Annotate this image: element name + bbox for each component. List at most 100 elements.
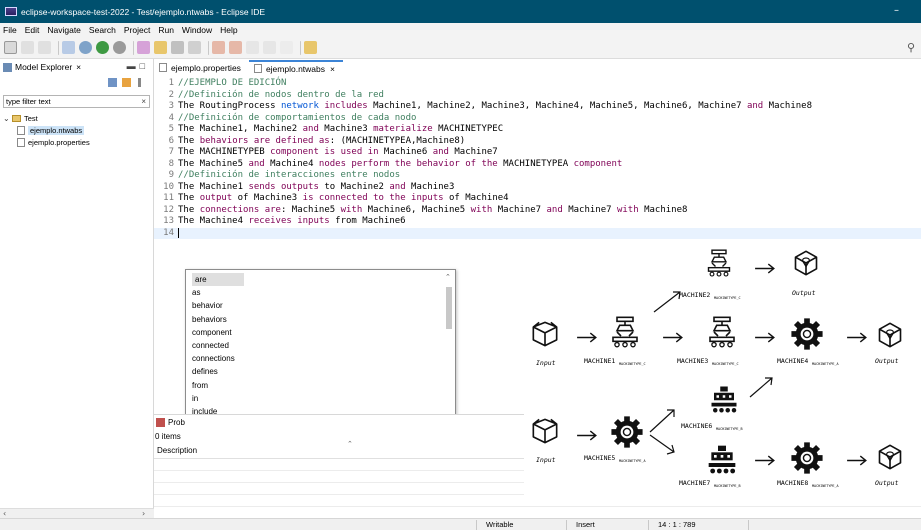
code-line[interactable]: 5 The Machine1, Machine2 and Machine3 mat… (154, 124, 921, 136)
code-token: MACHINETYPEA (497, 158, 574, 169)
model-explorer-tab[interactable]: Model Explorer × ▬□ (0, 59, 153, 75)
output-label: Output (792, 289, 816, 297)
code-line[interactable]: 8 The Machine5 and Machine4 nodes perform… (154, 159, 921, 171)
tab-ejemplo-ntwabs[interactable]: ejemplo.ntwabs × (248, 60, 343, 75)
autocomplete-item[interactable]: defines (186, 365, 455, 378)
line-text: The behaviors are defined as: (MACHINETY… (178, 136, 465, 148)
paragraph-icon[interactable] (188, 41, 201, 54)
code-line[interactable]: 2 //Definición de nodos dentro de la red (154, 90, 921, 102)
menu-window[interactable]: Window (182, 25, 212, 35)
line-text: The MACHINETYPEB component is used in Ma… (178, 147, 498, 159)
output-box-icon (794, 250, 818, 276)
scroll-left-icon[interactable]: ‹ (3, 509, 6, 518)
code-line[interactable]: 13 The Machine4 receives inputs from Mach… (154, 216, 921, 228)
autocomplete-item[interactable]: behavior (186, 299, 455, 312)
menu-run[interactable]: Run (158, 25, 174, 35)
close-icon[interactable]: × (76, 62, 81, 72)
tab-problems[interactable]: Prob (154, 415, 185, 429)
view-menu-icon[interactable] (138, 78, 141, 87)
code-text-area[interactable]: 1 //EJEMPLO DE EDICIÓN 2 //Definición de no… (154, 78, 921, 239)
machine7-label: MACHINE7 (679, 479, 710, 487)
terminal-icon[interactable] (62, 41, 75, 54)
autocomplete-item[interactable]: from (186, 379, 455, 392)
line-number: 11 (163, 193, 174, 203)
arrow-icon (846, 332, 867, 343)
next-annotation-icon[interactable] (212, 41, 225, 54)
previous-annotation-icon[interactable] (229, 41, 242, 54)
code-token: sends outputs (248, 181, 319, 192)
save-icon[interactable] (21, 41, 34, 54)
code-token: //EJEMPLO DE EDICIÓN (178, 78, 287, 88)
chevron-up-icon[interactable]: ⌃ (445, 273, 451, 281)
toggle-icon[interactable] (171, 41, 184, 54)
clear-filter-icon[interactable]: × (141, 96, 146, 107)
menu-project[interactable]: Project (124, 25, 150, 35)
code-line[interactable]: 14 (154, 227, 921, 240)
open-type-icon[interactable] (154, 41, 167, 54)
run-icon[interactable] (96, 41, 109, 54)
autocomplete-item[interactable]: are (192, 273, 244, 287)
new-file-icon[interactable] (4, 41, 17, 54)
code-line[interactable]: 7 The MACHINETYPEB component is used in M… (154, 147, 921, 159)
scroll-thumb[interactable] (446, 287, 452, 329)
code-token: with (470, 204, 493, 215)
autocomplete-item[interactable]: connected (186, 339, 455, 352)
last-edit-icon[interactable] (246, 41, 259, 54)
line-text: //Definición de interacciones entre nodo… (178, 170, 400, 182)
window-title: eclipse-workspace-test-2022 - Test/ejemp… (21, 6, 266, 17)
link-editor-icon[interactable] (122, 78, 131, 87)
code-line[interactable]: 11 The output of Machine3 is connected to… (154, 193, 921, 205)
marker-icon[interactable] (137, 41, 150, 54)
toolbar-separator (208, 40, 209, 55)
tab-ejemplo-properties[interactable]: ejemplo.properties (154, 60, 249, 75)
autocomplete-item[interactable]: in (186, 392, 455, 405)
tree-item-test[interactable]: ⌄ Test (3, 112, 90, 124)
debug-icon[interactable] (79, 41, 92, 54)
code-line[interactable]: 9 //Definición de interacciones entre nod… (154, 170, 921, 182)
menu-search[interactable]: Search (89, 25, 116, 35)
menu-edit[interactable]: Edit (25, 25, 40, 35)
filter-input[interactable]: type filter text × (3, 95, 150, 108)
code-line[interactable]: 6 The behaviors are defined as: (MACHINET… (154, 136, 921, 148)
chevron-down-icon[interactable]: ⌄ (3, 114, 12, 123)
branch-arrows-icon (649, 409, 675, 455)
forward-icon[interactable] (280, 41, 293, 54)
collapse-all-icon[interactable] (108, 78, 117, 87)
save-all-icon[interactable] (38, 41, 51, 54)
properties-file-icon (159, 63, 167, 72)
external-tools-icon[interactable] (113, 41, 126, 54)
code-line[interactable]: 10 The Machine1 sends outputs to Machine2… (154, 182, 921, 194)
minimize-view-icon[interactable]: ▬ (127, 61, 140, 71)
toolbar-separator (133, 40, 134, 55)
line-text (178, 227, 179, 240)
tree-item-ejemplo-ntwabs[interactable]: ejemplo.ntwabs (3, 124, 90, 136)
menu-bar: File Edit Navigate Search Project Run Wi… (0, 23, 921, 37)
popup-scrollbar[interactable]: ⌃ ⌄ (444, 273, 454, 428)
code-line[interactable]: 3 The RoutingProcess network includes Mac… (154, 101, 921, 113)
autocomplete-item[interactable]: component (186, 326, 455, 339)
code-line[interactable]: 12 The connections are: Machine5 with Mac… (154, 205, 921, 217)
tree-item-ejemplo-properties[interactable]: ejemplo.properties (3, 136, 90, 148)
autocomplete-item[interactable]: as (186, 286, 455, 299)
ntwabs-file-icon (253, 64, 262, 73)
menu-help[interactable]: Help (220, 25, 237, 35)
menu-navigate[interactable]: Navigate (47, 25, 81, 35)
close-tab-icon[interactable]: × (330, 64, 335, 74)
view-controls: ▬□ (127, 61, 149, 71)
content-assist-popup[interactable]: ⌃ ⌄ areasbehaviorbehaviorscomponentconne… (185, 269, 456, 431)
autocomplete-item[interactable]: behaviors (186, 313, 455, 326)
back-icon[interactable] (263, 41, 276, 54)
autocomplete-item[interactable]: connections (186, 352, 455, 365)
minimize-button[interactable]: – (894, 5, 899, 16)
menu-file[interactable]: File (3, 25, 17, 35)
status-bar: Writable Insert 14 : 1 : 789 (0, 518, 921, 530)
code-token: : (MACHINETYPEA,Machine8) (329, 135, 466, 146)
code-token: and (432, 147, 449, 157)
code-line[interactable]: 1 //EJEMPLO DE EDICIÓN (154, 78, 921, 90)
open-perspective-icon[interactable] (304, 41, 317, 54)
maximize-view-icon[interactable]: □ (140, 61, 149, 71)
horizontal-scrollbar[interactable]: ‹ › (0, 508, 154, 518)
search-icon[interactable]: ⚲ (907, 41, 915, 54)
code-line[interactable]: 4 //Definición de comportamientos de cada… (154, 113, 921, 125)
scroll-right-icon[interactable]: › (142, 509, 145, 518)
